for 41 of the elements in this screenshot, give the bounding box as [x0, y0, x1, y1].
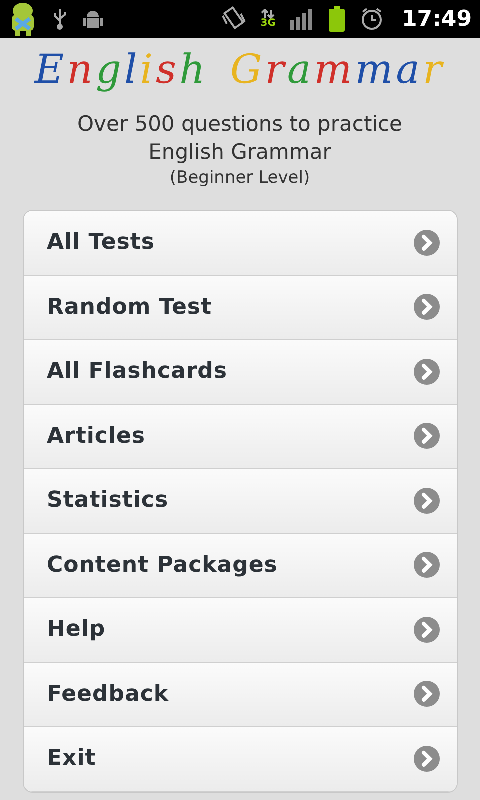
- logo-word: Gra m mar: [230, 47, 446, 93]
- chevron-icon: [413, 228, 441, 257]
- battery-icon: [328, 6, 346, 32]
- intro-text: English Grammar: [148, 139, 332, 166]
- menu-label: Articles: [47, 424, 146, 449]
- menu-item[interactable]: Random Test: [24, 276, 457, 340]
- network-type: 3G: [260, 19, 276, 29]
- chevron-icon: [413, 680, 441, 708]
- menu-item[interactable]: Help: [24, 598, 457, 662]
- menu-label: All Tests: [47, 230, 155, 256]
- menu-label: Random Test: [47, 294, 212, 320]
- chevron-icon: [413, 486, 441, 515]
- intro-text: Over 500 questions to practice: [76, 111, 404, 138]
- chevron-icon: [413, 551, 441, 580]
- menu-item[interactable]: Exit: [24, 727, 457, 792]
- menu-item[interactable]: All Flashcards: [24, 340, 457, 404]
- chevron-icon: [413, 422, 441, 450]
- menu-label: Content Packages: [47, 552, 278, 578]
- menu-item[interactable]: Statistics: [24, 469, 457, 534]
- menu-label: Help: [47, 617, 106, 642]
- menu-label: Statistics: [47, 488, 169, 514]
- usb-icon: [52, 7, 68, 31]
- menu-item[interactable]: Articles: [24, 404, 457, 469]
- menu-item[interactable]: Feedback: [24, 662, 457, 727]
- menu-label: Feedback: [47, 682, 169, 707]
- level-text: (Beginner Level): [170, 168, 310, 188]
- menu-item[interactable]: All Tests: [24, 211, 457, 276]
- chevron-icon: [413, 293, 441, 322]
- menu-label: Exit: [47, 746, 96, 772]
- chevron-icon: [413, 616, 441, 644]
- vibrate-icon: [220, 6, 247, 32]
- chevron-icon: [413, 358, 441, 386]
- menu-item[interactable]: Content Packages: [24, 534, 457, 598]
- logo-word: English: [34, 47, 208, 93]
- signal-icon: [290, 8, 314, 30]
- robot-icon: [82, 9, 104, 29]
- chevron-icon: [413, 744, 441, 773]
- clock-time: 17:49: [402, 6, 472, 32]
- menu-label: All Flashcards: [47, 359, 228, 384]
- data-arrows-icon: [261, 9, 276, 19]
- alarm-clock-icon: [360, 7, 384, 31]
